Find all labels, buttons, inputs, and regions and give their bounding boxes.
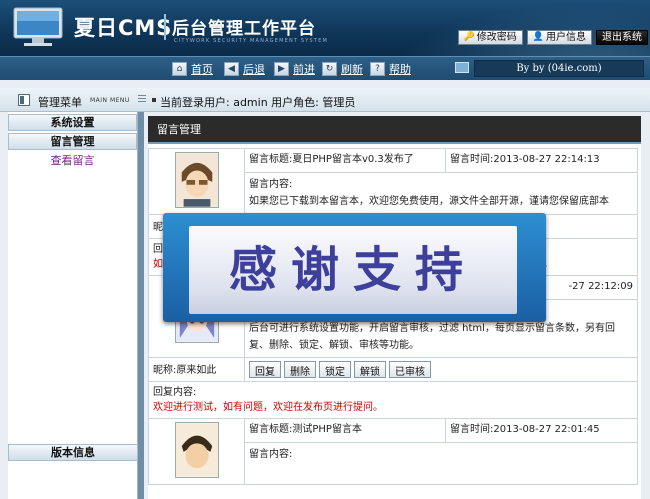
message-content: 如果您已下载到本留言本，欢迎您免费使用，源文件全部开源，谨请您保留底部本 — [249, 196, 609, 207]
delete-button[interactable]: 删除 — [284, 361, 316, 378]
user-icon: 👤 — [532, 32, 544, 42]
sidebar-grip-icon[interactable] — [138, 95, 146, 104]
thanks-banner: 感谢支持 — [163, 213, 546, 322]
sidebar-splitter[interactable] — [138, 112, 144, 499]
sidebar-item-view-messages[interactable]: 查看留言 — [8, 150, 137, 168]
logo-divider — [164, 14, 166, 40]
menu-toggle-icon[interactable] — [18, 94, 30, 106]
page-title: 留言管理 — [148, 116, 641, 144]
logout-label: 退出系统 — [602, 32, 642, 43]
key-icon: 🔑 — [463, 32, 475, 42]
thanks-banner-inner: 感谢支持 — [189, 226, 517, 314]
nav-back[interactable]: ◀ 后退 — [224, 61, 265, 77]
nav-home[interactable]: ⌂ 首页 — [172, 61, 213, 77]
menu-title-en: MAIN MENU — [90, 97, 130, 104]
screen-icon[interactable] — [455, 62, 469, 73]
back-icon: ◀ — [224, 62, 239, 76]
message-row: 留言标题:夏日PHP留言本v0.3发布了 留言时间:2013-08-27 22:… — [148, 148, 638, 215]
header: 夏日CMS 后台管理工作平台 CITYWORK SECURITY MANAGEM… — [0, 0, 650, 56]
sidebar-section-system[interactable]: 系统设置 — [8, 114, 137, 131]
toolbar: ⌂ 首页 ◀ 后退 ▶ 前进 ↻ 刷新 ? 帮助 By by (04ie.com… — [0, 56, 650, 80]
user-info-button[interactable]: 👤 用户信息 — [526, 30, 592, 45]
change-password-button[interactable]: 🔑 修改密码 — [457, 30, 523, 45]
nav-help-label: 帮助 — [389, 63, 411, 76]
menu-title: 管理菜单 — [38, 96, 82, 109]
nav-forward[interactable]: ▶ 前进 — [274, 61, 315, 77]
logout-button[interactable]: 退出系统 — [596, 30, 648, 45]
reply-text-start: 如 — [153, 259, 163, 270]
nav-back-label: 后退 — [243, 63, 265, 76]
refresh-icon: ↻ — [322, 62, 337, 76]
avatar-cell — [148, 148, 245, 215]
reply-row: 回复内容: 欢迎进行测试，如有问题，欢迎在发布页进行提问。 — [148, 381, 638, 419]
sidebar: 系统设置 留言管理 查看留言 版本信息 — [8, 112, 138, 499]
message-content-label: 留言内容: — [249, 449, 293, 460]
nav-forward-label: 前进 — [293, 63, 315, 76]
message-row: 留言标题:测试PHP留言本 留言时间:2013-08-27 22:01:45 — [148, 418, 638, 485]
message-meta-row: 昵称:原来如此 回复 删除 锁定 解锁 已审核 — [148, 357, 638, 382]
nickname-cell: 昵称:原来如此 — [148, 357, 245, 382]
reply-cell: 回复内容: 欢迎进行测试，如有问题，欢迎在发布页进行提问。 — [148, 381, 638, 419]
message-time: 留言时间:2013-08-27 22:14:13 — [445, 148, 638, 173]
approved-button[interactable]: 已审核 — [389, 361, 431, 378]
sidebar-section-messages[interactable]: 留言管理 — [8, 133, 137, 150]
avatar — [174, 152, 219, 208]
app-name: 夏日CMS — [74, 16, 173, 40]
thanks-text: 感谢支持 — [228, 242, 477, 298]
change-password-label: 修改密码 — [476, 32, 517, 43]
lock-button[interactable]: 锁定 — [319, 361, 351, 378]
reply-text: 欢迎进行测试，如有问题，欢迎在发布页进行提问。 — [153, 402, 383, 413]
nav-refresh-label: 刷新 — [341, 63, 363, 76]
bullet-icon — [152, 98, 156, 102]
message-body: 留言内容: 如果您已下载到本留言本，欢迎您免费使用，源文件全部开源，谨请您保留底… — [244, 172, 638, 215]
message-title: 留言标题:测试PHP留言本 — [243, 418, 447, 443]
help-icon: ? — [370, 62, 385, 76]
header-wave-decoration — [380, 0, 650, 56]
message-body: 留言内容: — [244, 442, 638, 485]
avatar — [174, 422, 219, 478]
message-actions: 回复 删除 锁定 解锁 已审核 — [244, 357, 638, 382]
nav-help[interactable]: ? 帮助 — [370, 61, 411, 77]
nav-refresh[interactable]: ↻ 刷新 — [322, 61, 363, 77]
sidebar-section-version[interactable]: 版本信息 — [8, 444, 138, 461]
unlock-button[interactable]: 解锁 — [354, 361, 386, 378]
nav-home-label: 首页 — [191, 63, 213, 76]
header-buttons: 🔑 修改密码 👤 用户信息 退出系统 — [457, 30, 648, 45]
reply-label: 回复内容: — [153, 387, 197, 398]
avatar-cell — [148, 418, 245, 485]
message-content-label: 留言内容: — [249, 179, 293, 190]
credit-box: By by (04ie.com) — [474, 60, 644, 77]
app-subtitle: 后台管理工作平台 — [172, 19, 316, 39]
computer-monitor-icon — [13, 7, 63, 46]
message-title: 留言标题:夏日PHP留言本v0.3发布了 — [243, 148, 447, 173]
reply-button[interactable]: 回复 — [249, 361, 281, 378]
home-icon: ⌂ — [172, 62, 187, 76]
user-info-label: 用户信息 — [546, 32, 586, 43]
message-time: 留言时间:2013-08-27 22:01:45 — [445, 418, 638, 443]
app-tagline: CITYWORK SECURITY MANAGEMENT SYSTEM — [174, 38, 329, 44]
message-content: 后台可进行系统设置功能，开启留言审核，过滤 html，每页显示留言条数，另有回复… — [249, 323, 615, 351]
sidebar-footer: 版本信息 — [8, 442, 138, 461]
current-user-info: 当前登录用户: admin 用户角色: 管理员 — [160, 96, 356, 109]
info-bar: 管理菜单 MAIN MENU 当前登录用户: admin 用户角色: 管理员 — [0, 88, 650, 112]
forward-icon: ▶ — [274, 62, 289, 76]
